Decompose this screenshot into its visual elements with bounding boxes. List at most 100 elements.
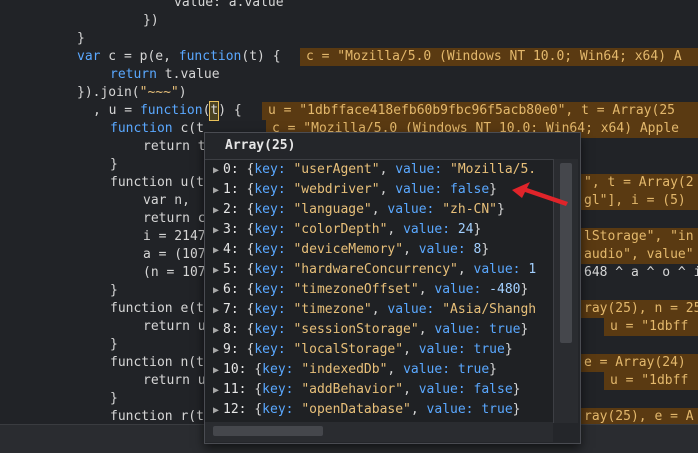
item-key: "localStorage" [293, 342, 404, 357]
array-item-row[interactable]: ▶ 8: {key: "sessionStorage", value: true} [205, 320, 528, 340]
item-key: "deviceMemory" [293, 242, 404, 257]
row-token: 2: [223, 202, 239, 217]
scroll-thumb[interactable] [213, 426, 323, 436]
code-line: } [77, 31, 85, 46]
row-token [481, 322, 489, 337]
row-token [239, 302, 247, 317]
item-key: "userAgent" [293, 162, 380, 177]
row-token: , [457, 262, 474, 277]
row-token: } [504, 342, 513, 357]
array-item-row[interactable]: ▶ 9: {key: "localStorage", value: true} [205, 340, 513, 360]
expand-triangle-icon[interactable]: ▶ [213, 205, 219, 216]
inline-evaluation: ray(25), n = 25 [578, 300, 698, 318]
row-token: , [387, 222, 404, 237]
code-line: (n = 107 [143, 265, 206, 280]
array-item-row[interactable]: ▶ 1: {key: "webdriver", value: false} [205, 180, 497, 200]
code-line: , u = function(t) { [93, 101, 242, 121]
array-item-row[interactable]: ▶ 2: {key: "language", value: "zh-CN"} [205, 200, 505, 220]
array-item-row[interactable]: ▶ 4: {key: "deviceMemory", value: 8} [205, 240, 489, 260]
row-token: value: [418, 342, 466, 357]
row-token: key: [262, 382, 294, 397]
row-token: { [254, 362, 263, 377]
row-token: 7: [223, 302, 239, 317]
row-token [481, 282, 489, 297]
item-key: "timezoneOffset" [293, 282, 419, 297]
row-token: key: [254, 222, 286, 237]
expand-triangle-icon[interactable]: ▶ [213, 305, 219, 316]
variable-hover-popup[interactable]: Array(25) ▶ 0: {key: "userAgent", value: … [204, 132, 581, 444]
expand-triangle-icon[interactable]: ▶ [213, 385, 219, 396]
row-token: value: [473, 262, 521, 277]
inline-evaluation: ", t = Array(2 [578, 174, 698, 192]
row-token: key: [254, 302, 286, 317]
code-line: function n(t [110, 355, 204, 370]
inline-evaluation: u = "1dbff [604, 372, 698, 390]
item-key: "timezone" [293, 302, 372, 317]
object-property-list[interactable]: ▶ 0: {key: "userAgent", value: "Mozilla/5… [205, 159, 554, 423]
array-item-row[interactable]: ▶ 6: {key: "timezoneOffset", value: -480} [205, 280, 528, 300]
row-token: 5: [223, 262, 239, 277]
code-line: return u [143, 319, 206, 334]
inline-evaluation: u = "1dbfface418efb60b9fbc96f5acb80e0", … [262, 102, 698, 120]
row-token: key: [254, 322, 286, 337]
expand-triangle-icon[interactable]: ▶ [213, 405, 219, 416]
annotation-arrow-icon [512, 182, 568, 206]
row-token: key: [254, 282, 286, 297]
item-value: "zh-CN" [442, 202, 498, 217]
array-item-row[interactable]: ▶ 0: {key: "userAgent", value: "Mozilla/5… [205, 160, 536, 180]
code-line: }).join("~~~") [77, 85, 187, 100]
row-token: 8: [223, 322, 239, 337]
item-value: true [457, 362, 490, 377]
row-token: key: [254, 182, 286, 197]
row-token: , [371, 202, 388, 217]
expand-triangle-icon[interactable]: ▶ [213, 285, 219, 296]
item-key: "webdriver" [293, 182, 380, 197]
inline-evaluation: u = "1dbff [604, 318, 698, 336]
row-token: , [379, 182, 396, 197]
code-line: i = 2147 [143, 229, 206, 244]
code-line: return t [143, 139, 206, 154]
expand-triangle-icon[interactable]: ▶ [213, 325, 219, 336]
expand-triangle-icon[interactable]: ▶ [213, 265, 219, 276]
expand-triangle-icon[interactable]: ▶ [213, 185, 219, 196]
code-line: } [110, 337, 118, 352]
array-item-row[interactable]: ▶ 10: {key: "indexedDb", value: true} [205, 360, 497, 380]
inline-evaluation: lStorage", "in [578, 228, 698, 246]
row-token: } [512, 382, 521, 397]
row-token: } [512, 402, 521, 417]
item-value: true [489, 322, 521, 337]
item-value: 1 [528, 262, 537, 277]
array-item-row[interactable]: ▶ 5: {key: "hardwareConcurrency", value: … [205, 260, 536, 280]
row-token: , [410, 402, 427, 417]
item-key: "sessionStorage" [293, 322, 419, 337]
row-token: , [418, 322, 435, 337]
row-token: 6: [223, 282, 239, 297]
array-item-row[interactable]: ▶ 3: {key: "colorDepth", value: 24} [205, 220, 481, 240]
code-line: return u [143, 373, 206, 388]
row-token: } [473, 222, 482, 237]
array-item-row[interactable]: ▶ 7: {key: "timezone", value: "Asia/Shang… [205, 300, 536, 320]
expand-triangle-icon[interactable]: ▶ [213, 345, 219, 356]
expand-triangle-icon[interactable]: ▶ [213, 365, 219, 376]
array-item-row[interactable]: ▶ 11: {key: "addBehavior", value: false} [205, 380, 520, 400]
array-item-row[interactable]: ▶ 12: {key: "openDatabase", value: true} [205, 400, 520, 420]
expand-triangle-icon[interactable]: ▶ [213, 165, 219, 176]
item-value: true [473, 342, 505, 357]
row-token: 10: [223, 362, 247, 377]
row-token [450, 362, 458, 377]
row-token: key: [254, 342, 286, 357]
popup-horizontal-scrollbar[interactable] [205, 422, 553, 442]
expand-triangle-icon[interactable]: ▶ [213, 225, 219, 236]
row-token: } [520, 282, 529, 297]
row-token: key: [262, 402, 294, 417]
row-token: 4: [223, 242, 239, 257]
item-value: "Mozilla/5. [450, 162, 537, 177]
row-token: value: [434, 282, 482, 297]
item-value: 24 [457, 222, 474, 237]
row-token: , [418, 282, 435, 297]
row-token: value: [434, 322, 482, 337]
expand-triangle-icon[interactable]: ▶ [213, 245, 219, 256]
row-token: } [497, 202, 505, 217]
row-token: 12: [223, 402, 247, 417]
code-line: }) [143, 13, 159, 28]
